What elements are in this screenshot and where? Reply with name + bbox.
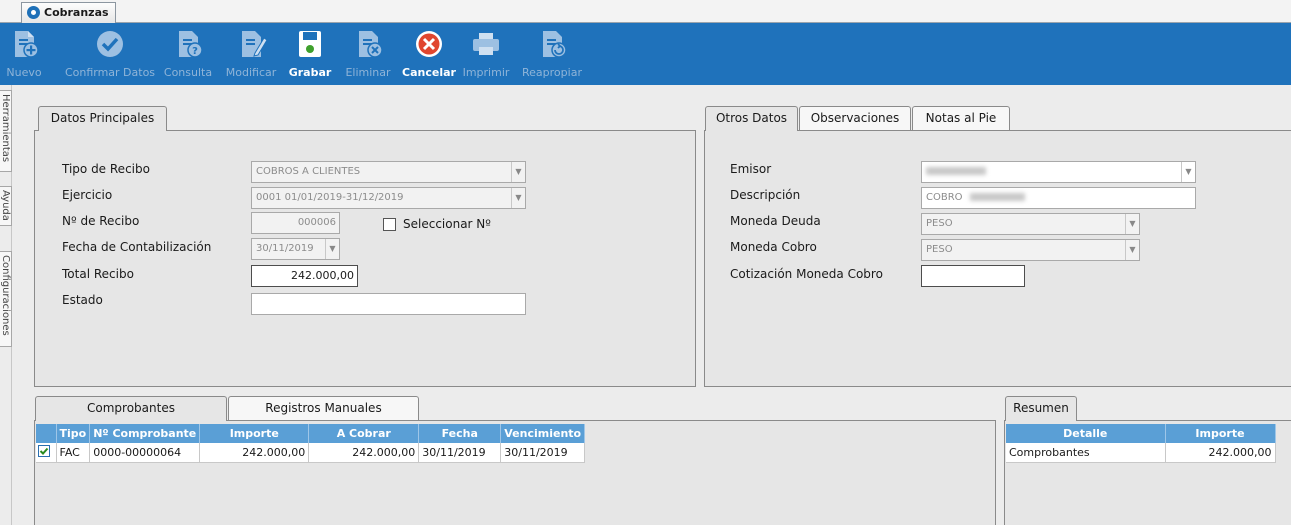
descripcion-field[interactable]: COBRO: [921, 187, 1196, 209]
cell-fecha: 30/11/2019: [418, 443, 502, 463]
toolbar: Nuevo Confirmar Datos ? Consulta Modific…: [0, 23, 1291, 85]
reassign-doc-icon: [543, 31, 567, 58]
print-icon: [473, 33, 499, 55]
cancel-icon: [416, 31, 442, 57]
check-icon: [39, 447, 49, 455]
chevron-down-icon[interactable]: ▼: [1125, 240, 1139, 260]
descripcion-value-redacted: [969, 193, 1025, 201]
tipo-recibo-select[interactable]: COBROS A CLIENTES ▼: [251, 161, 526, 183]
tab-otros-datos[interactable]: Otros Datos: [705, 106, 798, 131]
edit-icon: [242, 31, 267, 57]
seleccionar-nro-checkbox[interactable]: [383, 218, 396, 231]
check-icon: [97, 31, 123, 57]
table-row[interactable]: FAC 0000-00000064 242.000,00 242.000,00 …: [36, 443, 586, 463]
ejercicio-select[interactable]: 0001 01/01/2019-31/12/2019 ▼: [251, 187, 526, 209]
label-moneda-deuda: Moneda Deuda: [730, 214, 821, 228]
column-header[interactable]: Importe: [199, 424, 310, 443]
column-header[interactable]: A Cobrar: [308, 424, 420, 443]
chevron-down-icon[interactable]: ▼: [1125, 214, 1139, 234]
side-tab-ayuda[interactable]: Ayuda: [0, 186, 12, 226]
delete-doc-icon: [359, 31, 383, 58]
new-doc-icon: [15, 31, 39, 58]
cell-importe: 242.000,00: [1165, 443, 1276, 463]
svg-text:?: ?: [192, 46, 198, 57]
column-header[interactable]: Tipo: [56, 424, 91, 443]
side-tab-configuraciones[interactable]: Configuraciones: [0, 251, 12, 347]
chevron-down-icon[interactable]: ▼: [325, 239, 339, 259]
side-panel-tabs: Herramientas Ayuda Configuraciones: [0, 85, 12, 525]
save-icon: [299, 31, 321, 57]
consulta-button[interactable]: ? Consulta: [162, 23, 214, 85]
estado-field[interactable]: [251, 293, 526, 315]
imprimir-button[interactable]: Imprimir: [462, 23, 510, 85]
comprobantes-grid: Tipo Nº Comprobante Importe A Cobrar Fec…: [36, 424, 586, 463]
label-total-recibo: Total Recibo: [62, 267, 134, 281]
row-checkbox[interactable]: [38, 444, 50, 457]
datos-principales-panel: Tipo de Recibo COBROS A CLIENTES ▼ Ejerc…: [34, 130, 696, 387]
otros-datos-panel: Emisor ▼ Descripción COBRO Moneda Deuda …: [704, 130, 1291, 387]
column-header[interactable]: Vencimiento: [500, 424, 586, 443]
cell-a-cobrar[interactable]: 242.000,00: [308, 443, 420, 463]
label-emisor: Emisor: [730, 162, 772, 176]
eliminar-button[interactable]: Eliminar: [343, 23, 393, 85]
app-icon: [27, 6, 40, 19]
reapropiar-button[interactable]: Reapropiar: [518, 23, 586, 85]
emisor-select[interactable]: ▼: [921, 161, 1196, 183]
chevron-down-icon[interactable]: ▼: [511, 188, 525, 208]
grid-header-row: Detalle Importe: [1006, 424, 1276, 443]
column-header[interactable]: Importe: [1165, 424, 1276, 443]
tab-resumen[interactable]: Resumen: [1005, 396, 1077, 421]
column-header[interactable]: Detalle: [1006, 424, 1166, 443]
label-moneda-cobro: Moneda Cobro: [730, 240, 817, 254]
window-tab-label: Cobranzas: [44, 6, 109, 19]
total-recibo-field[interactable]: 242.000,00: [251, 265, 358, 287]
nro-recibo-field[interactable]: 000006: [251, 212, 340, 234]
window-tab-cobranzas[interactable]: Cobranzas: [21, 2, 116, 23]
fecha-contabilizacion-picker[interactable]: 30/11/2019 ▼: [251, 238, 340, 260]
chevron-down-icon[interactable]: ▼: [1181, 162, 1195, 182]
resumen-panel: Detalle Importe Comprobantes 242.000,00: [1004, 420, 1291, 525]
grabar-button[interactable]: Grabar: [287, 23, 333, 85]
cell-importe: 242.000,00: [199, 443, 310, 463]
window-tabstrip: Cobranzas: [0, 0, 1291, 23]
confirmar-datos-button[interactable]: Confirmar Datos: [60, 23, 160, 85]
label-estado: Estado: [62, 293, 103, 307]
cancelar-button[interactable]: Cancelar: [402, 23, 456, 85]
modificar-button[interactable]: Modificar: [222, 23, 280, 85]
emisor-value-redacted: [926, 167, 986, 175]
resumen-grid: Detalle Importe Comprobantes 242.000,00: [1006, 424, 1276, 463]
row-select-cell[interactable]: [36, 443, 57, 463]
tab-notas-al-pie[interactable]: Notas al Pie: [912, 106, 1010, 130]
nuevo-button[interactable]: Nuevo: [2, 23, 46, 85]
label-seleccionar-nro: Seleccionar Nº: [403, 217, 491, 231]
label-descripcion: Descripción: [730, 188, 801, 202]
column-header[interactable]: Nº Comprobante: [89, 424, 201, 443]
column-header[interactable]: Fecha: [418, 424, 502, 443]
moneda-deuda-select[interactable]: PESO ▼: [921, 213, 1140, 235]
label-fecha-contabilizacion: Fecha de Contabilización: [62, 240, 212, 254]
moneda-cobro-select[interactable]: PESO ▼: [921, 239, 1140, 261]
label-cotizacion: Cotización Moneda Cobro: [730, 267, 883, 281]
cell-vencimiento: 30/11/2019: [500, 443, 586, 463]
chevron-down-icon[interactable]: ▼: [511, 162, 525, 182]
grid-header-row: Tipo Nº Comprobante Importe A Cobrar Fec…: [36, 424, 586, 443]
cell-tipo: FAC: [56, 443, 91, 463]
tab-observaciones[interactable]: Observaciones: [799, 106, 911, 130]
cell-detalle: Comprobantes: [1006, 443, 1166, 463]
tab-registros-manuales[interactable]: Registros Manuales: [228, 396, 419, 420]
tab-comprobantes[interactable]: Comprobantes: [35, 396, 227, 421]
query-doc-icon: ?: [179, 31, 203, 58]
label-ejercicio: Ejercicio: [62, 188, 113, 202]
side-tab-herramientas[interactable]: Herramientas: [0, 90, 12, 172]
table-row[interactable]: Comprobantes 242.000,00: [1006, 443, 1276, 463]
tab-datos-principales[interactable]: Datos Principales: [38, 106, 167, 131]
label-tipo-recibo: Tipo de Recibo: [62, 162, 150, 176]
comprobantes-panel: Tipo Nº Comprobante Importe A Cobrar Fec…: [34, 420, 996, 525]
select-column-header: [36, 424, 57, 443]
label-nro-recibo: Nº de Recibo: [62, 214, 140, 228]
cell-nro-comprobante: 0000-00000064: [89, 443, 201, 463]
cotizacion-field[interactable]: [921, 265, 1025, 287]
